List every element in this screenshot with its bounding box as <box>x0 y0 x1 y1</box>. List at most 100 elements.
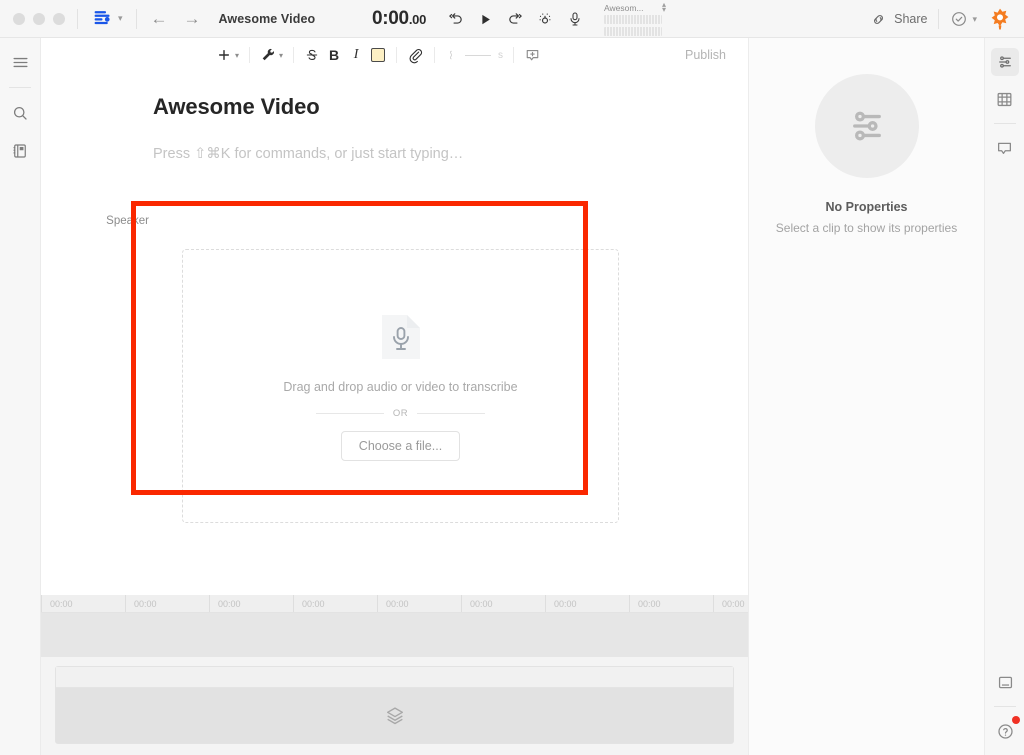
notebook-icon <box>13 144 26 158</box>
audio-meter <box>604 26 662 36</box>
duration-line <box>465 54 492 56</box>
chevron-up-down-icon: ▴ ▾ <box>661 0 666 14</box>
chevron-down-icon: ▾ <box>972 13 977 24</box>
editor-toolbar: ▾ ▾ B I s Publish <box>41 38 748 72</box>
undo-button[interactable] <box>440 4 470 34</box>
dropzone-prompt: Drag and drop audio or video to transcri… <box>283 380 518 394</box>
timecode-main: 0:00 <box>372 8 409 29</box>
app-window: ▾ ← → Awesome Video 0:00.00 Awesom... ▴ … <box>0 0 1024 755</box>
ruler-tick: 00:00 <box>713 595 748 612</box>
ruler-tick: 00:00 <box>545 595 629 612</box>
chevron-down-icon: ▾ <box>235 50 240 60</box>
sidebar-item-projects[interactable] <box>6 137 34 165</box>
timeline-track-body[interactable] <box>56 688 733 743</box>
ruler-tick: 00:00 <box>377 595 461 612</box>
panel-toggle-button[interactable] <box>991 668 1019 696</box>
divider <box>993 123 1016 124</box>
right-sidebar <box>984 38 1024 755</box>
or-label: OR <box>392 408 409 419</box>
paragraph-placeholder[interactable]: Press ⇧⌘K for commands, or just start ty… <box>153 146 463 162</box>
sidebar-item-comments[interactable] <box>991 134 1019 162</box>
check-circle-icon <box>952 12 967 26</box>
italic-button[interactable]: I <box>345 42 367 68</box>
window-controls <box>0 12 65 25</box>
pause-marker-icon <box>449 50 453 59</box>
divider <box>396 47 398 63</box>
tools-button[interactable]: ▾ <box>257 42 286 68</box>
bold-button[interactable]: B <box>323 42 345 68</box>
link-icon <box>874 14 884 24</box>
timeline-track-container[interactable] <box>55 666 734 744</box>
media-dropzone[interactable]: Drag and drop audio or video to transcri… <box>182 249 619 523</box>
magic-edit-button[interactable] <box>530 4 560 34</box>
divider <box>293 47 295 63</box>
close-window-button[interactable] <box>13 12 25 25</box>
navigation-buttons: ← → <box>151 10 201 27</box>
timeline-track-header[interactable] <box>56 667 733 688</box>
minimize-window-button[interactable] <box>33 12 45 25</box>
forward-button[interactable]: → <box>184 10 201 27</box>
divider <box>77 8 78 29</box>
back-button[interactable]: ← <box>151 10 168 27</box>
speaker-label[interactable]: Speaker <box>89 215 149 227</box>
sidebar-item-properties[interactable] <box>990 48 1019 76</box>
help-button[interactable] <box>991 716 1020 745</box>
duration-unit: s <box>498 49 504 61</box>
track-selector[interactable]: Awesom... ▴ ▾ <box>604 0 666 36</box>
divider <box>249 47 251 63</box>
timeline-panel[interactable]: 00:00 00:00 00:00 00:00 00:00 00:00 00:0… <box>40 595 748 755</box>
highlight-button[interactable] <box>367 42 389 68</box>
undo-icon <box>448 12 462 24</box>
transcript-paragraph: Speaker Press ⇧⌘K for commands, or just … <box>106 146 708 227</box>
add-comment-icon <box>526 49 539 60</box>
choose-file-button[interactable]: Choose a file... <box>340 431 461 461</box>
app-logo-button[interactable]: ▾ <box>92 8 123 29</box>
descript-logo-icon <box>94 11 110 25</box>
highlight-icon <box>371 48 386 62</box>
audio-file-microphone-icon <box>378 311 424 368</box>
share-button[interactable]: Share <box>870 11 927 28</box>
divider <box>417 413 486 414</box>
insert-button[interactable]: ▾ <box>213 42 242 68</box>
plus-icon <box>218 49 230 61</box>
magic-edit-icon <box>539 13 551 24</box>
document-title[interactable]: Awesome Video <box>219 12 316 26</box>
sidebar-item-search[interactable] <box>6 99 34 127</box>
maximize-window-button[interactable] <box>53 12 65 25</box>
right-sidebar-bottom <box>985 668 1024 745</box>
notification-badge <box>1012 716 1020 724</box>
ruler-tick: 00:00 <box>293 595 377 612</box>
divider <box>938 9 940 29</box>
timecode-display: 0:00.00 <box>372 8 426 30</box>
add-comment-button[interactable] <box>521 42 544 68</box>
properties-icon <box>998 56 1011 68</box>
editor-canvas: ▾ ▾ B I s Publish Awesome Video Speaker … <box>40 38 748 595</box>
title-bar-right-actions: Share ▾ <box>870 0 1012 38</box>
sync-status-button[interactable]: ▾ <box>950 10 977 28</box>
chevron-down-icon: ▾ <box>118 13 123 23</box>
ruler-tick: 00:00 <box>125 595 209 612</box>
track-selector-value: Awesom... <box>604 2 644 13</box>
divider <box>9 87 31 88</box>
redo-icon <box>508 12 522 24</box>
chevron-down-icon: ▾ <box>279 50 284 60</box>
strikethrough-button[interactable] <box>301 42 323 68</box>
pause-duration-control: s <box>442 42 506 68</box>
attach-button[interactable] <box>404 42 427 68</box>
divider <box>315 413 384 414</box>
publish-button[interactable]: Publish <box>685 48 726 62</box>
timeline-ruler[interactable]: 00:00 00:00 00:00 00:00 00:00 00:00 00:0… <box>41 595 748 613</box>
ruler-tick: 00:00 <box>41 595 125 612</box>
timeline-spacer <box>41 657 748 666</box>
help-icon <box>997 723 1013 739</box>
sidebar-item-menu[interactable] <box>6 48 34 76</box>
document-heading[interactable]: Awesome Video <box>153 94 708 120</box>
play-button[interactable] <box>470 4 500 34</box>
record-button[interactable] <box>560 4 590 34</box>
play-icon <box>481 14 490 24</box>
sidebar-item-scenes[interactable] <box>991 85 1019 113</box>
redo-button[interactable] <box>500 4 530 34</box>
timeline-empty-band[interactable] <box>41 613 748 657</box>
transport-controls: 0:00.00 Awesom... ▴ ▾ <box>372 0 666 38</box>
star-burst-icon[interactable] <box>988 7 1012 31</box>
